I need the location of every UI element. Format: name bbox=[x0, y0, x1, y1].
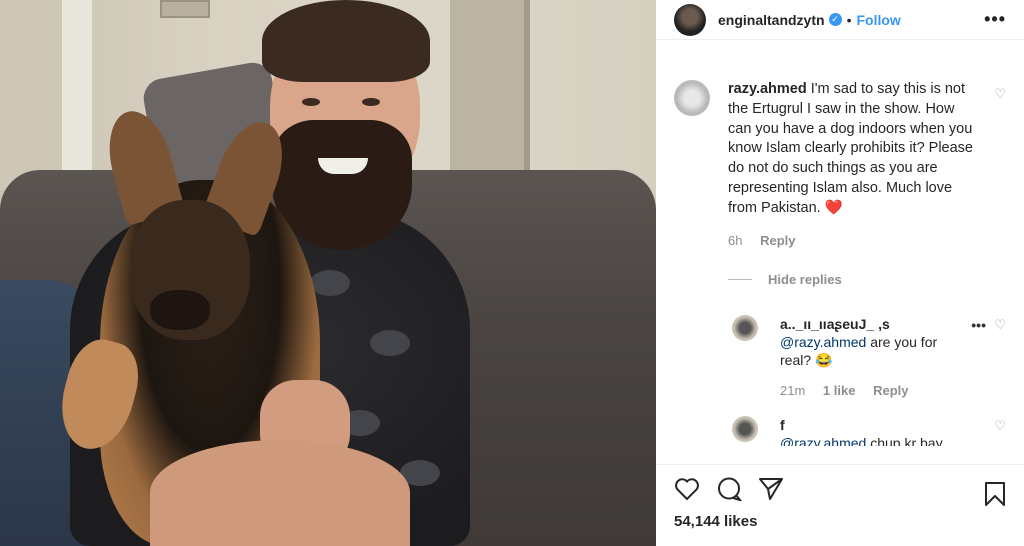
camo-pattern bbox=[310, 270, 350, 296]
comment-meta: 6h Reply bbox=[728, 233, 978, 248]
reply-heart-icon[interactable]: ♡ bbox=[994, 317, 1006, 333]
reply-button[interactable]: Reply bbox=[873, 383, 908, 398]
hide-replies-label: Hide replies bbox=[768, 271, 842, 287]
reply-likes[interactable]: 1 like bbox=[823, 383, 856, 398]
dog-snout bbox=[150, 290, 210, 330]
hide-replies-button[interactable]: Hide replies bbox=[728, 272, 1006, 287]
more-icon[interactable]: ••• bbox=[971, 317, 986, 333]
heart-icon[interactable] bbox=[674, 477, 700, 501]
share-icon[interactable] bbox=[758, 477, 784, 501]
likes-count[interactable]: 54,144 likes bbox=[674, 513, 1006, 530]
comment-username[interactable]: razy.ahmed bbox=[728, 81, 807, 97]
comment-heart-icon[interactable]: ♡ bbox=[994, 86, 1006, 102]
follow-button[interactable]: Follow bbox=[856, 12, 900, 28]
reply-avatar[interactable] bbox=[732, 415, 758, 442]
reply-time: 21m bbox=[780, 382, 806, 398]
reply-avatar[interactable] bbox=[732, 314, 758, 341]
post-username[interactable]: enginaltandzytn bbox=[718, 12, 825, 28]
post-header: enginaltandzytn ✓ • Follow ••• bbox=[656, 0, 1024, 40]
reply-username[interactable]: a.._ıı_ııaʂeuJ_ ,s bbox=[780, 315, 970, 333]
comment-icon[interactable] bbox=[716, 477, 742, 501]
reply-body: a.._ıı_ııaʂeuJ_ ,s @razy.ahmed are you f… bbox=[780, 315, 970, 369]
man-hair bbox=[262, 0, 430, 82]
reply-body: f @razy.ahmed chup kr bay bbox=[780, 416, 970, 446]
wall bbox=[0, 0, 60, 190]
action-icons bbox=[674, 477, 1006, 501]
reply-heart-icon[interactable]: ♡ bbox=[994, 418, 1006, 434]
post-sidebar: enginaltandzytn ✓ • Follow ••• razy.ahme… bbox=[656, 0, 1024, 546]
more-icon[interactable]: ••• bbox=[984, 9, 1006, 30]
reply-item: f @razy.ahmed chup kr bay ♡ bbox=[732, 415, 1006, 446]
door-frame bbox=[62, 0, 92, 190]
comment-text: I'm sad to say this is not the Ertugrul … bbox=[728, 81, 973, 216]
mention-link[interactable]: @razy.ahmed bbox=[780, 334, 866, 350]
reply-item: a.._ıı_ııaʂeuJ_ ,s @razy.ahmed are you f… bbox=[732, 314, 1006, 369]
camo-pattern bbox=[370, 330, 410, 356]
avatar[interactable] bbox=[674, 3, 706, 36]
comments-section[interactable]: razy.ahmed I'm sad to say this is not th… bbox=[656, 40, 1024, 464]
instagram-post: enginaltandzytn ✓ • Follow ••• razy.ahme… bbox=[0, 0, 1024, 546]
comment-time: 6h bbox=[728, 232, 743, 248]
separator: • bbox=[846, 11, 852, 28]
man-arm bbox=[150, 440, 410, 546]
picture-frame bbox=[160, 0, 210, 18]
divider bbox=[728, 278, 752, 280]
shelf bbox=[450, 0, 530, 185]
comment-avatar[interactable] bbox=[674, 80, 710, 116]
man-eye bbox=[362, 98, 380, 106]
reply-button[interactable]: Reply bbox=[760, 233, 795, 248]
mention-link[interactable]: @razy.ahmed bbox=[780, 435, 866, 446]
man-eye bbox=[302, 98, 320, 106]
post-photo[interactable] bbox=[0, 0, 656, 546]
reply-meta: 21m 1 like Reply bbox=[780, 383, 1006, 398]
reply-text: chup kr bay bbox=[870, 434, 943, 446]
man-beard bbox=[272, 120, 412, 250]
reply-username[interactable]: f bbox=[780, 416, 970, 434]
comment-item: razy.ahmed I'm sad to say this is not th… bbox=[674, 80, 1006, 248]
bookmark-icon[interactable] bbox=[984, 481, 1006, 507]
verified-icon: ✓ bbox=[828, 13, 842, 26]
comment-body: razy.ahmed I'm sad to say this is not th… bbox=[728, 80, 978, 219]
post-actions: 54,144 likes bbox=[656, 464, 1024, 546]
